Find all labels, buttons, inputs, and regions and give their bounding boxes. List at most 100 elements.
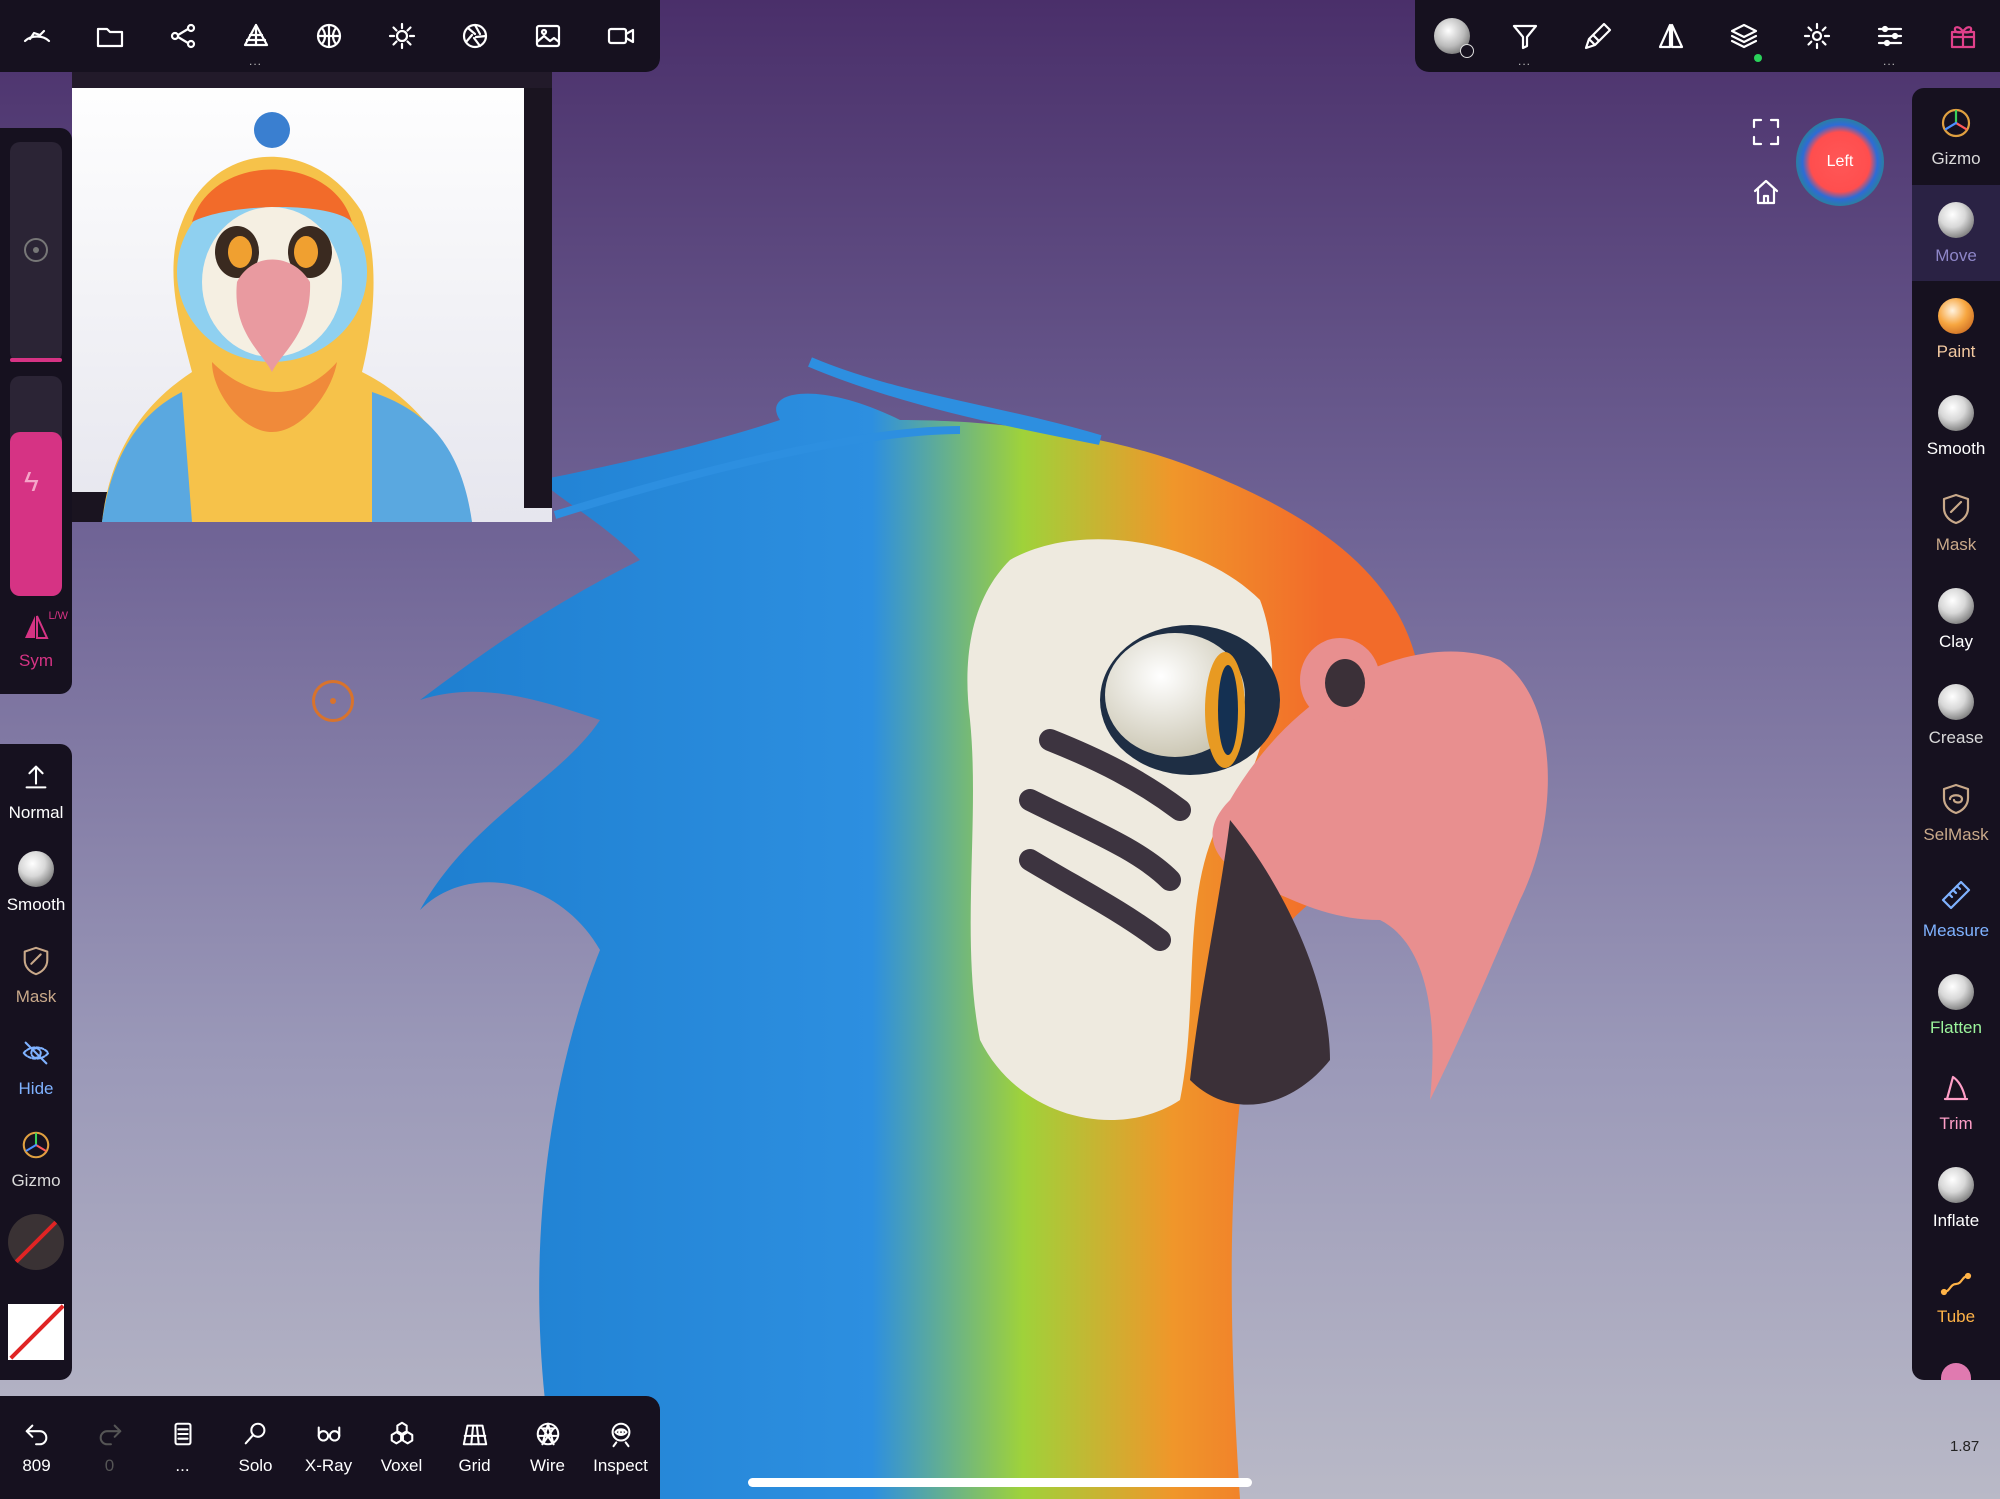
tool-trim[interactable]: Trim (1912, 1053, 2000, 1150)
bottom-button-label: 809 (22, 1455, 51, 1475)
tool-label: Gizmo (1931, 149, 1981, 169)
filter-icon (1512, 24, 1537, 50)
document-button[interactable]: ... (146, 1398, 219, 1498)
left-tool-normal[interactable]: Normal (0, 744, 72, 836)
tool-inflate[interactable]: Inflate (1912, 1150, 2000, 1247)
symmetry-icon (1658, 23, 1683, 49)
image-button[interactable] (511, 0, 584, 72)
sym-sublabel: L/W (48, 610, 68, 622)
layers-icon (1730, 23, 1757, 49)
mask-shield-icon (23, 946, 49, 976)
tool-label: Smooth (1926, 438, 1986, 458)
tool-label: Trim (1939, 1114, 1973, 1134)
radius-slider-indicator (10, 358, 62, 362)
right-tools-panel: Gizmo Move Paint Smooth Mask Clay Crease SelMas… (1912, 88, 2000, 1380)
top-right-toolbar (1415, 0, 2000, 72)
brush-tool-icon (1584, 22, 1611, 50)
home-view-icon[interactable] (1750, 176, 1782, 208)
zoom-value: 1.87 (1950, 1438, 1980, 1455)
left-tools-panel: Normal Smooth Mask Hide Gizmo (0, 744, 72, 1380)
left-tool-mask[interactable]: Mask (0, 928, 72, 1020)
topology-button[interactable] (219, 0, 292, 72)
tool-crease[interactable]: Crease (1912, 667, 2000, 764)
symmetry-toggle[interactable]: L/W Sym (0, 606, 72, 686)
gift-button[interactable] (1926, 0, 1999, 72)
top-left-toolbar (0, 0, 660, 72)
tool-label: Inflate (1932, 1210, 1980, 1230)
camera-aperture-icon (462, 23, 487, 49)
scene-graph-button[interactable] (146, 0, 219, 72)
sym-label: Sym (19, 651, 53, 670)
brush-tool-button[interactable] (1561, 0, 1634, 72)
sliders-button[interactable] (1853, 0, 1926, 72)
material-sphere-icon (316, 23, 341, 49)
left-tool-label: Gizmo (11, 1171, 61, 1190)
brush-cursor (312, 680, 354, 722)
folder-button[interactable] (73, 0, 146, 72)
tool-smooth[interactable]: Smooth (1912, 378, 2000, 475)
material-sphere-button[interactable] (292, 0, 365, 72)
fullscreen-icon[interactable] (1750, 116, 1782, 148)
reference-image[interactable] (72, 72, 552, 522)
tool-clay[interactable]: Clay (1912, 571, 2000, 668)
grid-button[interactable]: Grid (438, 1398, 511, 1498)
glasses-button[interactable]: X-Ray (292, 1398, 365, 1498)
tool-label: Crease (1928, 728, 1984, 748)
voxel-button[interactable]: Voxel (365, 1398, 438, 1498)
tool-move[interactable]: Move (1912, 184, 2000, 281)
smooth-sphere-icon (1938, 394, 1974, 431)
nomad-logo-button[interactable] (0, 0, 73, 72)
filter-button[interactable] (1488, 0, 1561, 72)
redo-icon (99, 1424, 121, 1445)
video-camera-button[interactable] (584, 0, 657, 72)
undo-button[interactable]: 809 (0, 1398, 73, 1498)
gizmo-icon (22, 1131, 50, 1159)
bottom-button-label: 0 (104, 1455, 115, 1475)
redo-button[interactable]: 0 (73, 1398, 146, 1498)
tool-label: Tube (1936, 1307, 1976, 1327)
primary-color-swatch[interactable] (8, 1304, 64, 1360)
tube-icon (1940, 1273, 1972, 1296)
intensity-slider-fill (10, 432, 62, 596)
light-button[interactable] (365, 0, 438, 72)
flatten-sphere-icon (1938, 973, 1974, 1010)
home-indicator-bar[interactable] (748, 1478, 1252, 1487)
left-tool-label: Mask (15, 987, 57, 1006)
bottom-button-label: X-Ray (304, 1455, 353, 1475)
left-tool-label: Smooth (6, 895, 66, 914)
layers-status-dot (1754, 54, 1762, 62)
tool-label: Measure (1922, 921, 1990, 941)
undo-icon (25, 1424, 47, 1445)
eye-button[interactable]: Inspect (584, 1398, 657, 1498)
tool-label: Move (1935, 245, 1977, 265)
wireframe-button[interactable]: Wire (511, 1398, 584, 1498)
tool-paint[interactable]: Paint (1912, 281, 2000, 378)
tool-selmask[interactable]: SelMask (1912, 764, 2000, 861)
tool-gizmo[interactable]: Gizmo (1912, 88, 2000, 185)
secondary-color-swatch[interactable] (8, 1214, 64, 1270)
tool-measure[interactable]: Measure (1912, 860, 2000, 957)
bottom-button-label: Inspect (593, 1455, 648, 1475)
matcap-sphere-button[interactable] (1415, 0, 1488, 72)
clay-sphere-icon (1938, 587, 1974, 624)
layers-button[interactable] (1707, 0, 1780, 72)
crease-sphere-icon (1938, 684, 1974, 721)
more-tools-peek[interactable] (1912, 1343, 2000, 1380)
view-cube[interactable]: Left (1796, 118, 1884, 206)
ruler-icon (1941, 881, 1971, 910)
grid-icon (462, 1424, 487, 1445)
left-tool-smooth[interactable]: Smooth (0, 836, 72, 928)
search-button[interactable]: Solo (219, 1398, 292, 1498)
tool-tube[interactable]: Tube (1912, 1246, 2000, 1343)
settings-gear-button[interactable] (1780, 0, 1853, 72)
matcap-sphere-icon (1433, 18, 1474, 58)
left-tool-gizmo[interactable]: Gizmo (0, 1112, 72, 1204)
tool-label: Clay (1938, 631, 1973, 651)
topology-icon (243, 23, 268, 47)
left-tool-hide[interactable]: Hide (0, 1020, 72, 1112)
tool-flatten[interactable]: Flatten (1912, 957, 2000, 1054)
symmetry-button[interactable] (1634, 0, 1707, 72)
tool-mask[interactable]: Mask (1912, 474, 2000, 571)
camera-aperture-button[interactable] (438, 0, 511, 72)
nomad-logo-icon (23, 29, 50, 43)
